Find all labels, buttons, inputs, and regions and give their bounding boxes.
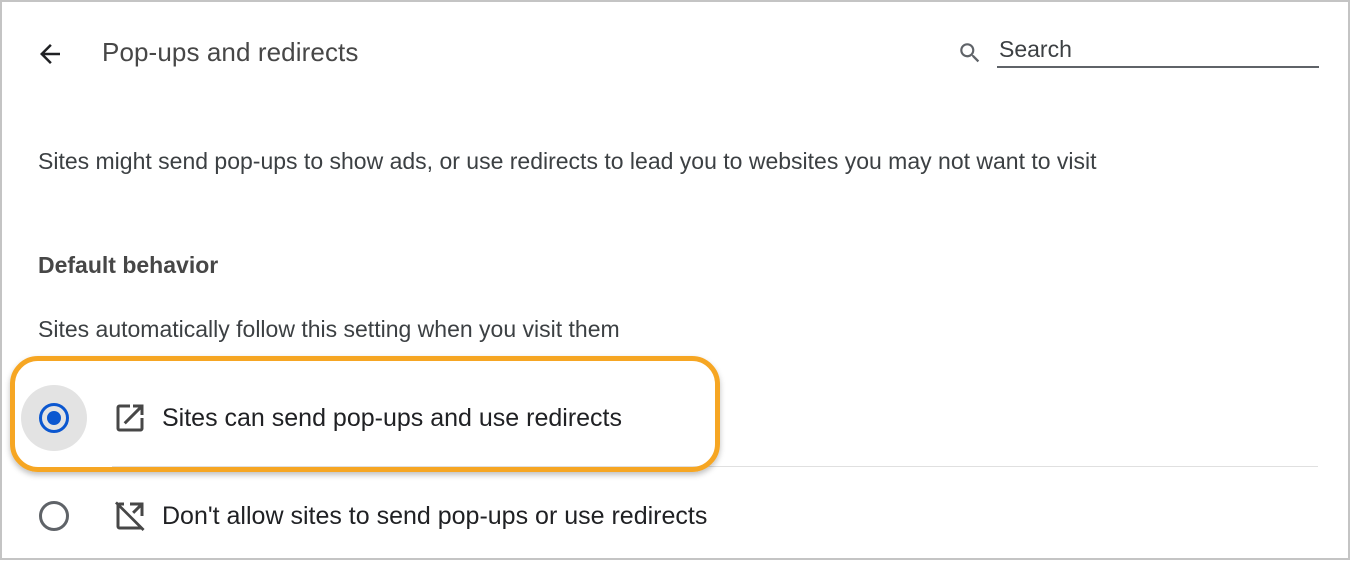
default-behavior-subtitle: Sites automatically follow this setting … bbox=[38, 316, 620, 342]
search-box bbox=[957, 32, 1319, 70]
back-button[interactable] bbox=[30, 34, 70, 74]
radio-block-popups[interactable] bbox=[39, 501, 69, 531]
option-allow-label: Sites can send pop-ups and use redirects bbox=[162, 404, 622, 432]
search-input[interactable] bbox=[997, 32, 1319, 68]
search-icon bbox=[960, 43, 980, 63]
open-in-new-off-icon bbox=[115, 501, 145, 531]
settings-window: Pop-ups and redirects Sites might send p… bbox=[0, 0, 1350, 560]
default-behavior-heading: Default behavior bbox=[38, 252, 219, 278]
open-in-new-icon bbox=[116, 404, 144, 432]
radio-allow-popups[interactable] bbox=[39, 403, 69, 433]
arrow-back-icon bbox=[40, 44, 60, 64]
option-divider bbox=[112, 466, 1318, 467]
page-description: Sites might send pop-ups to show ads, or… bbox=[38, 148, 1097, 174]
option-block-popups[interactable]: Don't allow sites to send pop-ups or use… bbox=[2, 468, 1348, 568]
option-block-label: Don't allow sites to send pop-ups or use… bbox=[162, 502, 708, 530]
option-allow-popups[interactable]: Sites can send pop-ups and use redirects bbox=[2, 368, 1348, 468]
page-title: Pop-ups and redirects bbox=[102, 37, 359, 67]
page-header: Pop-ups and redirects bbox=[2, 2, 1348, 102]
